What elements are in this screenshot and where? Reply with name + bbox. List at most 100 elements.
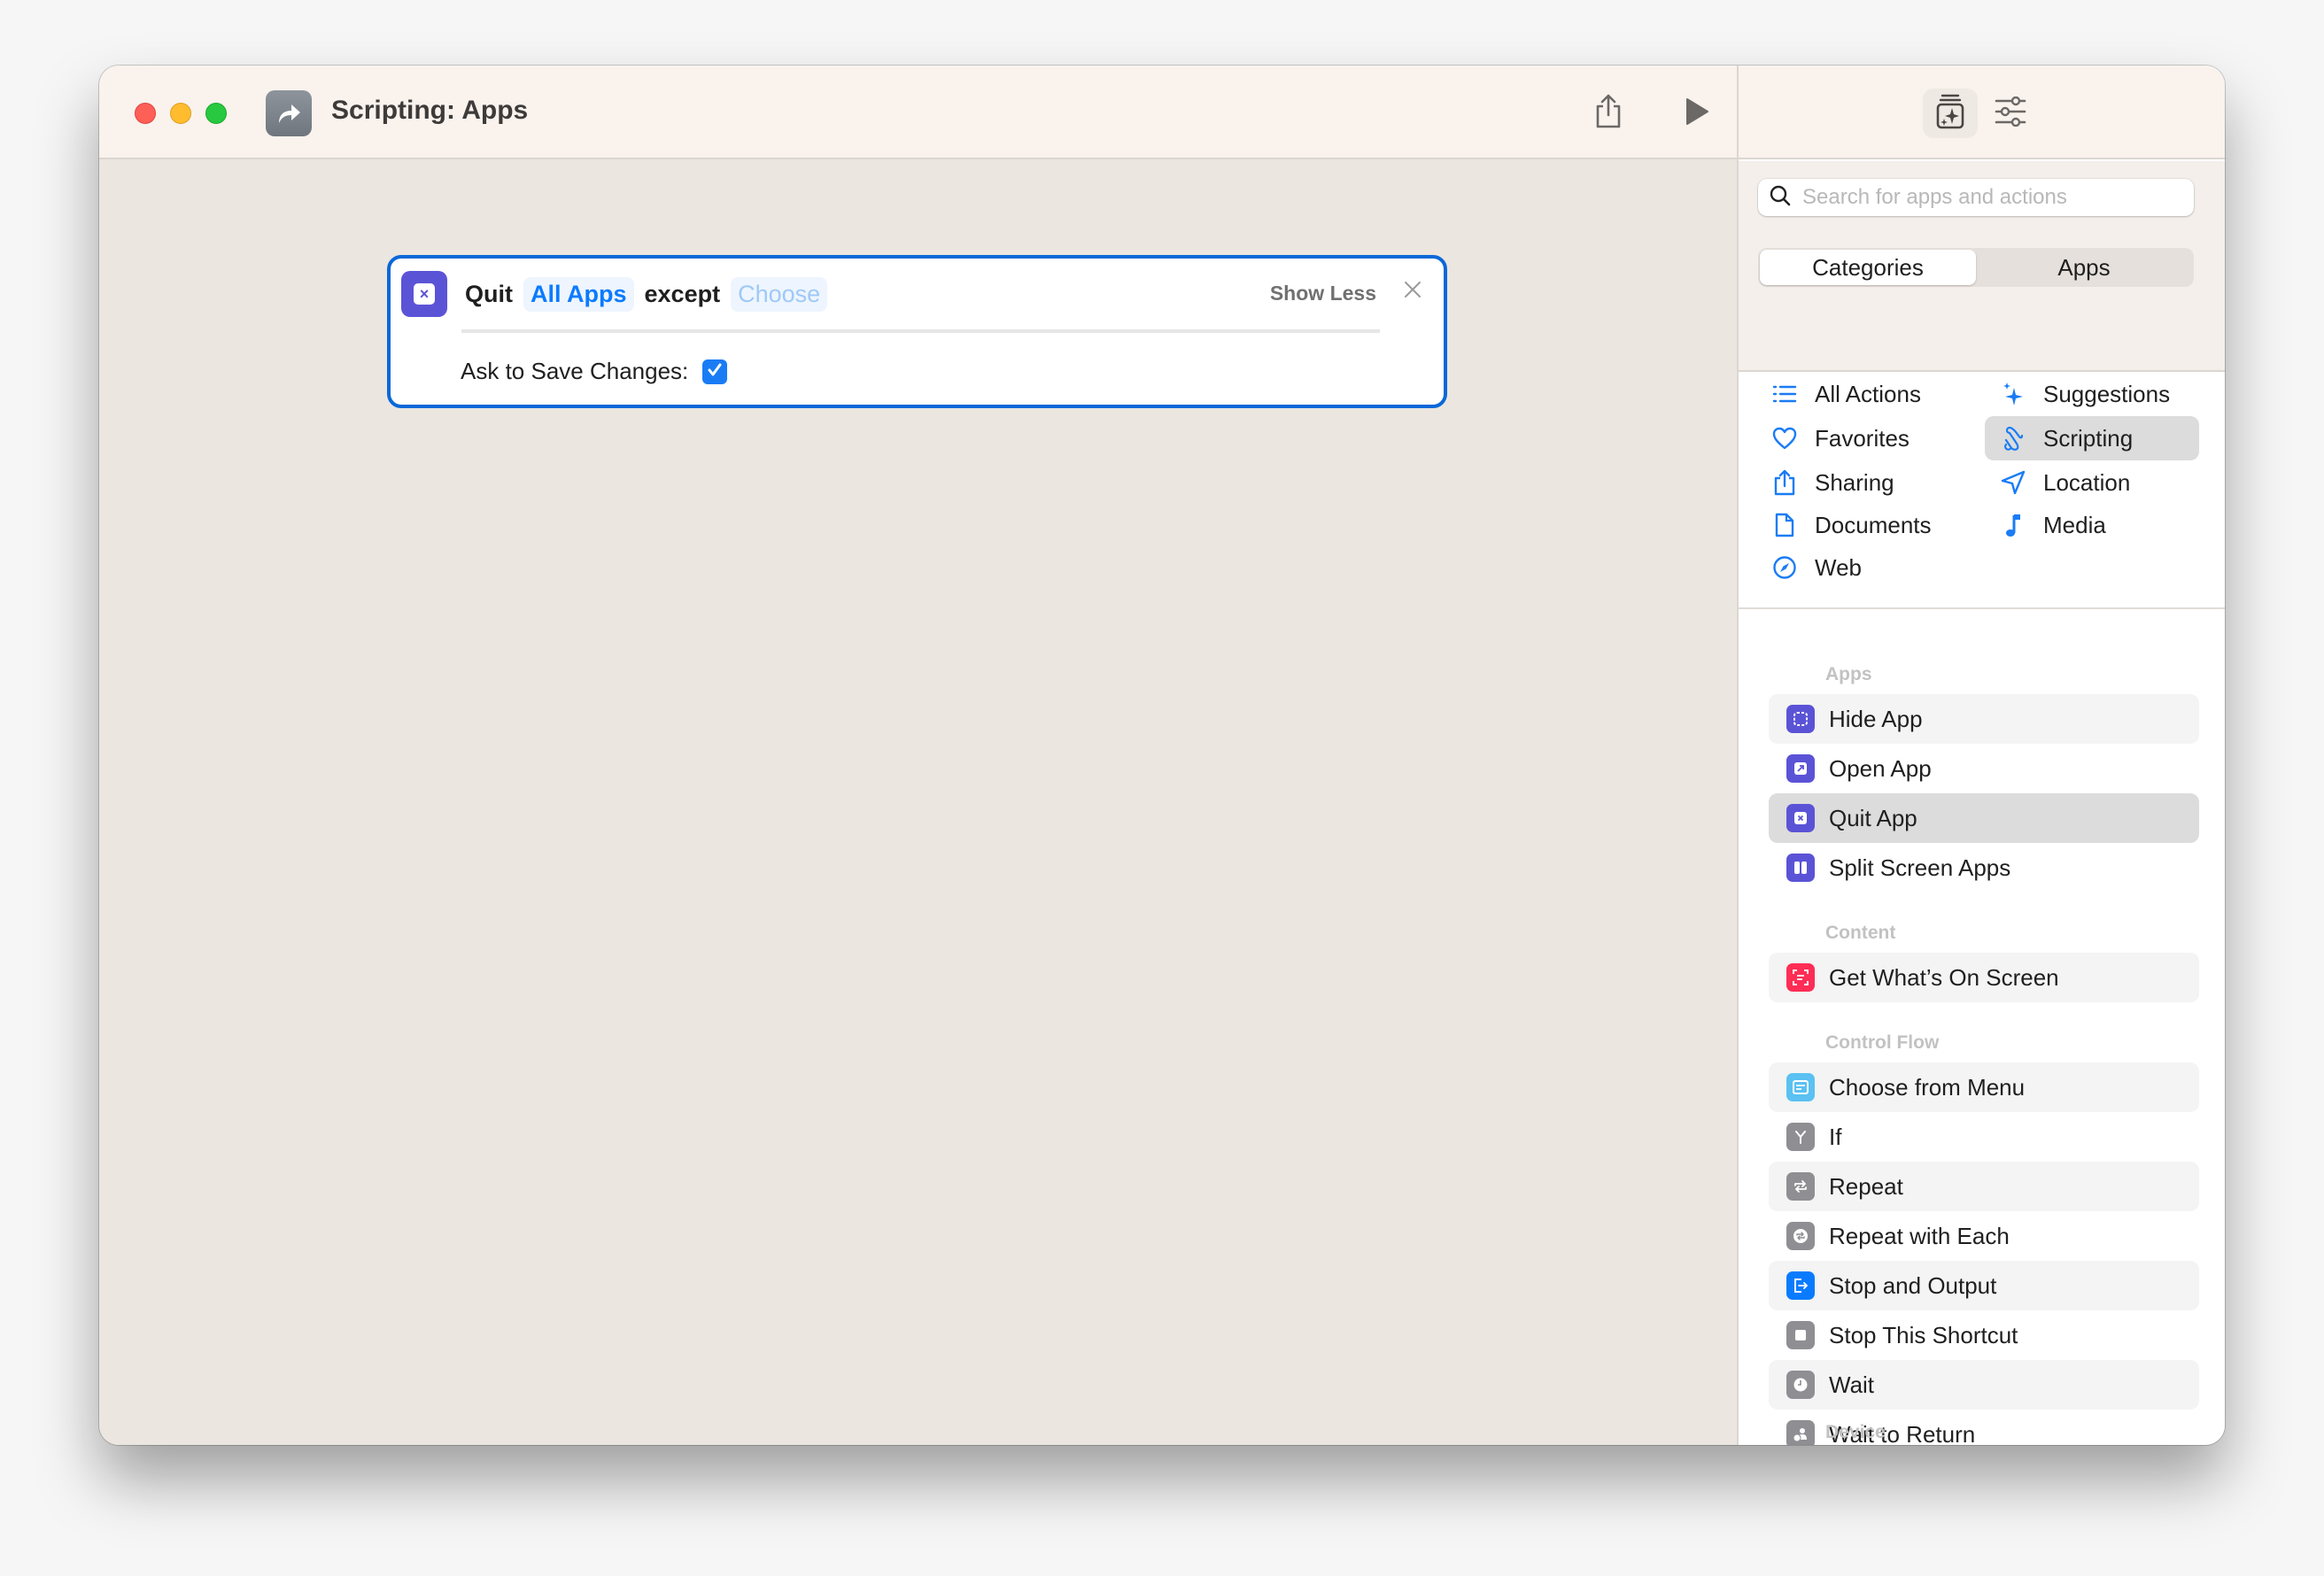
exception-apps-token[interactable]: Choose [731,276,828,312]
run-button[interactable] [1676,92,1718,135]
action-label: Stop and Output [1829,1271,1997,1299]
category-grid: All Actions Favorites Sharing Documents … [1739,372,2225,609]
action-choose-from-menu[interactable]: Choose from Menu [1769,1062,2199,1112]
action-open-app[interactable]: Open App [1769,744,2199,793]
search-field[interactable] [1758,179,2194,216]
share-icon [1770,468,1799,497]
screen-scan-icon [1786,963,1815,992]
ask-to-save-row: Ask to Save Changes: [461,358,728,385]
card-divider [461,329,1380,333]
tab-apps[interactable]: Apps [1976,250,2192,285]
shortcuts-window: Scripting: Apps × Quit All Apps except C… [99,66,2225,1445]
search-input[interactable] [1802,185,2174,210]
action-label: Get What’s On Screen [1829,963,2059,991]
category-label: All Actions [1815,380,1921,407]
open-app-icon [1786,754,1815,783]
show-less-button[interactable]: Show Less [1270,282,1376,305]
heart-icon [1770,424,1799,452]
category-all-actions[interactable]: All Actions [1756,372,1921,416]
stop-icon [1786,1321,1815,1349]
action-library-sidebar: Categories Apps All Actions Favorites Sh… [1737,66,2225,1445]
section-title-device: Device [1825,1422,1886,1442]
hide-app-icon [1786,705,1815,733]
category-documents[interactable]: Documents [1756,503,1932,547]
music-note-icon [1999,511,2027,539]
section-title-content: Content [1825,923,1896,943]
category-suggestions[interactable]: Suggestions [1985,372,2199,416]
action-library-button[interactable] [1923,89,1978,138]
action-stop-this-shortcut[interactable]: Stop This Shortcut [1769,1310,2199,1360]
section-title-apps: Apps [1825,664,1872,684]
search-area: Categories Apps [1739,161,2225,372]
share-icon [1593,94,1623,134]
library-segmented-control: Categories Apps [1758,248,2194,287]
document-icon [1770,511,1799,539]
ask-to-save-checkbox[interactable] [702,358,728,385]
action-label: Open App [1829,754,1932,782]
action-hide-app[interactable]: Hide App [1769,694,2199,744]
action-sentence: Quit All Apps except Choose [461,276,828,312]
menu-icon [1786,1073,1815,1101]
action-quit-app[interactable]: Quit App [1769,793,2199,843]
checkmark-icon [706,358,724,385]
list-icon [1770,380,1799,408]
action-wait[interactable]: Wait [1769,1360,2199,1410]
clock-icon [1786,1371,1815,1399]
section-title-control-flow: Control Flow [1825,1032,1940,1053]
action-if[interactable]: If [1769,1112,2199,1162]
minimize-window-button[interactable] [170,103,191,124]
ask-to-save-label: Ask to Save Changes: [461,358,689,384]
action-label: Repeat [1829,1172,1903,1200]
action-stop-and-output[interactable]: Stop and Output [1769,1261,2199,1310]
action-repeat[interactable]: Repeat [1769,1162,2199,1211]
category-label: Suggestions [2043,380,2171,407]
close-window-button[interactable] [135,103,156,124]
action-split-screen-apps[interactable]: Split Screen Apps [1769,843,2199,892]
window-title: Scripting: Apps [331,96,529,125]
zoom-window-button[interactable] [205,103,227,124]
shortcut-editor-canvas: × Quit All Apps except Choose Show Less … [99,161,1737,1445]
action-label: Hide App [1829,705,1923,732]
action-label: If [1829,1123,1842,1150]
sidebar-toolbar [1739,66,2225,159]
branch-icon [1786,1123,1815,1151]
category-favorites[interactable]: Favorites [1756,416,1910,460]
target-apps-token[interactable]: All Apps [523,276,634,312]
split-screen-icon [1786,854,1815,882]
action-verb: Quit [465,280,513,307]
location-arrow-icon [1999,468,2027,497]
category-label: Favorites [1815,424,1910,452]
share-button[interactable] [1587,92,1630,135]
category-web[interactable]: Web [1756,545,1862,590]
category-sharing[interactable]: Sharing [1756,460,1894,505]
category-label: Web [1815,553,1862,581]
category-label: Location [2043,468,2131,496]
action-library-icon [1934,93,1966,135]
quit-app-action-card[interactable]: × Quit All Apps except Choose Show Less … [387,255,1447,408]
action-connector: except [644,280,721,307]
category-label: Sharing [1815,468,1894,496]
category-label: Scripting [2043,424,2134,452]
scroll-icon [1999,424,2027,452]
wait-return-icon [1786,1420,1815,1445]
shortcut-details-button[interactable] [1983,89,2038,138]
shortcut-arrow-icon [266,90,312,136]
remove-action-button[interactable] [1399,278,1426,305]
repeat-each-icon [1786,1222,1815,1250]
close-icon [1404,281,1422,303]
tab-categories[interactable]: Categories [1760,250,1976,285]
action-label: Wait [1829,1371,1875,1398]
action-repeat-with-each[interactable]: Repeat with Each [1769,1211,2199,1261]
sparkles-icon [1999,380,2027,408]
action-label: Stop This Shortcut [1829,1321,2018,1348]
action-label: Split Screen Apps [1829,854,2011,881]
category-location[interactable]: Location [1985,460,2199,505]
quit-app-icon: × [401,271,447,317]
search-icon [1769,184,1792,212]
category-media[interactable]: Media [1985,503,2199,547]
sliders-icon [1995,96,2026,131]
category-label: Documents [1815,511,1932,538]
category-scripting[interactable]: Scripting [1985,416,2199,460]
action-get-whats-on-screen[interactable]: Get What’s On Screen [1769,953,2199,1002]
quit-app-icon [1786,804,1815,832]
